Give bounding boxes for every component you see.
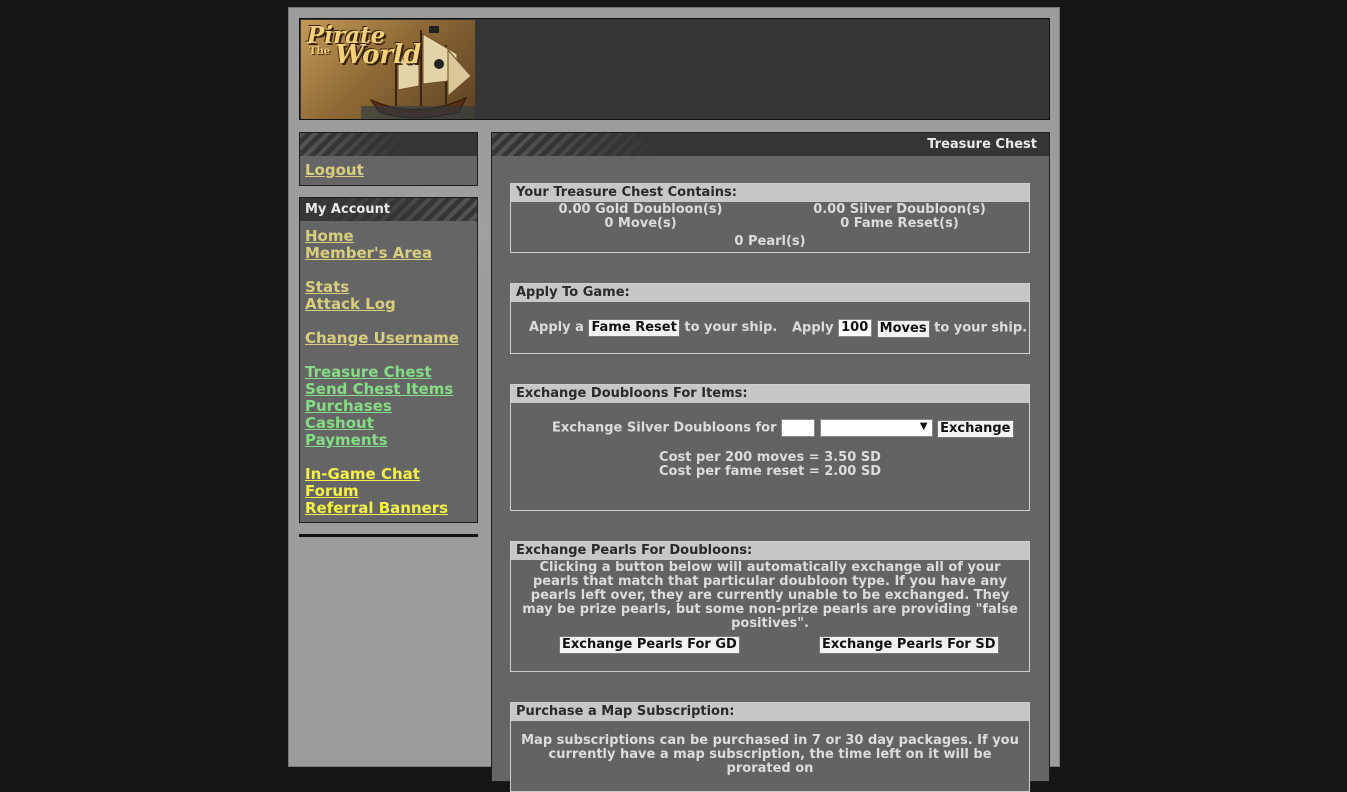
account-nav: Home Member's Area Stats Attack Log Chan… <box>300 221 477 517</box>
nav-treasure-chest[interactable]: Treasure Chest <box>305 364 472 381</box>
fame-reset-button[interactable]: Fame Reset <box>588 319 680 337</box>
nav-referral-banners[interactable]: Referral Banners <box>305 500 472 517</box>
site-logo[interactable]: Pirate The World <box>301 20 475 119</box>
logout-box-header <box>300 133 477 156</box>
nav-in-game-chat[interactable]: In-Game Chat <box>305 466 472 483</box>
main-header: Treasure Chest <box>492 133 1049 156</box>
map-subscription-description: Map subscriptions can be purchased in 7 … <box>521 733 1019 776</box>
fame-reset-count: 0 Fame Reset(s) <box>840 216 959 231</box>
exchange-doubloons-heading: Exchange Doubloons For Items: <box>511 385 1029 403</box>
to-your-ship-label-1: to your ship. <box>684 320 778 335</box>
cost-per-moves: Cost per 200 moves = 3.50 SD <box>659 450 881 465</box>
moves-button[interactable]: Moves <box>876 319 930 338</box>
logo-title-world: World <box>335 40 422 70</box>
my-account-title: My Account <box>305 202 391 217</box>
logout-link[interactable]: Logout <box>305 162 472 179</box>
apply-label: Apply <box>792 320 834 336</box>
nav-send-chest-items[interactable]: Send Chest Items <box>305 381 472 398</box>
exchange-label: Exchange Silver Doubloons for <box>552 420 777 436</box>
apply-to-game-panel: Apply To Game: Apply a Fame Reset to you… <box>510 283 1030 354</box>
exchange-button[interactable]: Exchange <box>937 419 1014 438</box>
cost-per-fame-reset: Cost per fame reset = 2.00 SD <box>658 464 882 479</box>
exchange-pearls-description: Clicking a button below will automatical… <box>522 560 1018 631</box>
nav-change-username[interactable]: Change Username <box>305 330 472 347</box>
nav-purchases[interactable]: Purchases <box>305 398 472 415</box>
main-content: Treasure Chest Your Treasure Chest Conta… <box>491 132 1050 792</box>
exchange-pearls-panel: Exchange Pearls For Doubloons: Clicking … <box>510 541 1030 672</box>
nav-cashout[interactable]: Cashout <box>305 415 472 432</box>
to-your-ship-label-2: to your ship. <box>934 320 1028 336</box>
my-account-box: My Account Home Member's Area Stats Atta… <box>299 197 478 523</box>
gold-doubloons: 0.00 Gold Doubloon(s) <box>558 202 723 217</box>
exchange-pearls-heading: Exchange Pearls For Doubloons: <box>511 542 1029 560</box>
exchange-pearls-gd-button[interactable]: Exchange Pearls For GD <box>559 636 740 654</box>
chevron-down-icon: ▼ <box>919 421 928 432</box>
nav-members-area[interactable]: Member's Area <box>305 245 472 262</box>
nav-payments[interactable]: Payments <box>305 432 472 449</box>
moves-amount-input[interactable]: 100 <box>838 319 873 337</box>
page-title: Treasure Chest <box>927 137 1037 152</box>
logout-box: Logout <box>299 132 478 186</box>
apply-to-game-heading: Apply To Game: <box>511 284 1029 302</box>
exchange-item-select[interactable]: ▼ <box>819 419 933 437</box>
moves-count: 0 Move(s) <box>604 216 677 231</box>
my-account-header: My Account <box>300 198 477 221</box>
exchange-doubloons-panel: Exchange Doubloons For Items: Exchange S… <box>510 384 1030 511</box>
logo-title-the: The <box>309 46 331 57</box>
nav-stats[interactable]: Stats <box>305 279 472 296</box>
pearl-count: 0 Pearl(s) <box>734 234 806 249</box>
silver-doubloons: 0.00 Silver Doubloon(s) <box>813 202 986 217</box>
sidebar-divider <box>299 534 478 537</box>
chest-contents-heading: Your Treasure Chest Contains: <box>511 184 1029 202</box>
nav-home[interactable]: Home <box>305 228 472 245</box>
apply-a-label: Apply a <box>529 320 584 335</box>
nav-forum[interactable]: Forum <box>305 483 472 500</box>
exchange-pearls-sd-button[interactable]: Exchange Pearls For SD <box>819 636 999 654</box>
map-subscription-panel: Purchase a Map Subscription: Map subscri… <box>510 702 1030 792</box>
nav-attack-log[interactable]: Attack Log <box>305 296 472 313</box>
site-header: Pirate The World <box>299 18 1050 120</box>
exchange-amount-input[interactable] <box>781 419 816 437</box>
chest-contents-panel: Your Treasure Chest Contains: 0.00 Gold … <box>510 183 1030 253</box>
page-container: Pirate The World Logout My Account Home … <box>288 7 1060 792</box>
map-subscription-heading: Purchase a Map Subscription: <box>511 703 1029 721</box>
